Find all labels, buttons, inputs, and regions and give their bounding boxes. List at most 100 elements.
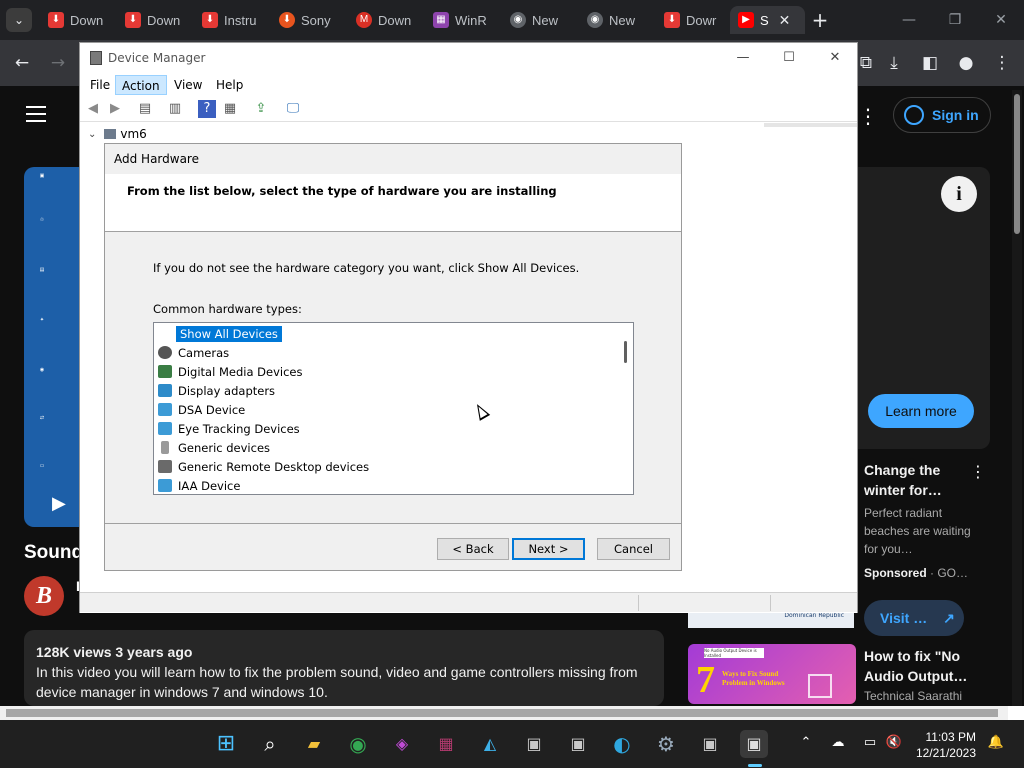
menu-file[interactable]: File — [84, 75, 116, 95]
list-item[interactable]: Generic Remote Desktop devices — [158, 457, 369, 476]
close-window-icon[interactable]: ✕ — [986, 8, 1016, 32]
list-item[interactable]: IAA Device — [158, 476, 240, 494]
device-app-icon[interactable]: ▣ — [696, 730, 724, 758]
channel-avatar[interactable]: B — [24, 576, 64, 616]
horizontal-scrollbar[interactable] — [0, 706, 1024, 720]
minimize-icon[interactable]: — — [894, 8, 924, 32]
scrollbar-thumb[interactable] — [6, 709, 998, 717]
volume-muted-icon[interactable]: 🔇 — [884, 735, 904, 750]
dialog-heading: From the list below, select the type of … — [127, 184, 557, 198]
list-item[interactable]: Show All Devices — [158, 324, 283, 343]
list-scrollbar[interactable] — [617, 323, 633, 494]
back-button[interactable]: < Back — [437, 538, 509, 560]
hardware-type-list[interactable]: Show All Devices Cameras Digital Media D… — [153, 322, 634, 495]
ad-more-icon[interactable]: ⋮ — [970, 462, 986, 481]
minimize-icon[interactable]: — — [720, 47, 766, 69]
downloads-icon[interactable]: ⤓ — [882, 51, 906, 75]
list-item[interactable]: Eye Tracking Devices — [158, 419, 300, 438]
scan-hardware-icon[interactable]: 🖵 — [284, 100, 302, 118]
clock-date: 12/21/2023 — [915, 746, 976, 760]
chrome-menu-icon[interactable]: ⋮ — [990, 51, 1014, 75]
display-icon[interactable]: ▭ — [860, 735, 880, 750]
menu-help[interactable]: Help — [210, 75, 249, 95]
video-description[interactable]: 128K views 3 years ago In this video you… — [24, 630, 664, 706]
windows-start-icon[interactable]: ⊞ — [212, 730, 240, 758]
update-driver-icon[interactable]: ⇪ — [252, 100, 270, 118]
menu-action[interactable]: Action — [115, 75, 167, 95]
side-panel-icon[interactable]: ◧ — [918, 51, 942, 75]
file-explorer-icon[interactable]: ▰ — [300, 730, 328, 758]
list-scrollbar-thumb[interactable] — [624, 341, 627, 363]
visit-button[interactable]: Visit … ↗ — [864, 600, 964, 636]
scan-list-icon[interactable]: ▦ — [221, 100, 239, 118]
maximize-icon[interactable]: ☐ — [766, 47, 812, 69]
forward-icon[interactable]: ▶ — [106, 100, 124, 118]
forward-arrow-icon[interactable]: → — [46, 51, 70, 75]
device-app-icon[interactable]: ▣ — [564, 730, 592, 758]
chevron-up-icon[interactable]: ⌃ — [796, 735, 816, 750]
next-button[interactable]: Next > — [512, 538, 585, 560]
ad-title[interactable]: Change the winter for… — [864, 460, 974, 500]
profile-icon[interactable]: ● — [954, 51, 978, 75]
cancel-button[interactable]: Cancel — [597, 538, 670, 560]
menu-view[interactable]: View — [168, 75, 208, 95]
close-tab-icon[interactable]: ✕ — [779, 12, 791, 29]
restore-icon[interactable]: ❐ — [940, 8, 970, 32]
browser-tab[interactable]: ⬇ Down — [117, 6, 192, 34]
list-item[interactable]: Generic devices — [158, 438, 270, 457]
new-tab-button[interactable]: + — [810, 8, 830, 32]
status-bar — [80, 592, 857, 612]
page-scrollbar[interactable] — [1012, 90, 1022, 706]
game-app-icon[interactable]: ◈ — [388, 730, 416, 758]
close-icon[interactable]: ✕ — [812, 47, 858, 69]
device-manager-icon[interactable]: ▣ — [740, 730, 768, 758]
tab-search-dropdown-icon[interactable]: ⌄ — [6, 8, 32, 32]
browser-tab[interactable]: ⬇ Dowr — [656, 6, 731, 34]
back-icon[interactable]: ◀ — [84, 100, 102, 118]
learn-more-button[interactable]: Learn more — [868, 394, 974, 428]
show-hide-console-tree-icon[interactable]: ▤ — [136, 100, 154, 118]
browser-tab[interactable]: ⬇ Down — [40, 6, 115, 34]
next-video-title[interactable]: How to fix "No Audio Output… — [864, 646, 984, 686]
edge-icon[interactable]: ◐ — [608, 730, 636, 758]
dialog-title[interactable]: Add Hardware — [105, 144, 681, 174]
browser-tab[interactable]: M Down — [348, 6, 423, 34]
tree-root-node[interactable]: ⌄ vm6 — [88, 127, 147, 141]
back-arrow-icon[interactable]: ← — [10, 51, 34, 75]
ad-thumbnail[interactable]: Dominican Republic — [688, 612, 854, 628]
onedrive-icon[interactable]: ☁ — [828, 735, 848, 750]
list-item[interactable]: DSA Device — [158, 400, 245, 419]
play-icon[interactable]: ▶ — [52, 493, 66, 514]
clock[interactable]: 11:03 PM 12/21/2023 — [906, 729, 976, 761]
list-item[interactable]: Cameras — [158, 343, 229, 362]
capcut-icon[interactable]: ◭ — [476, 730, 504, 758]
search-icon[interactable]: ⌕ — [256, 730, 284, 758]
dialog-header: From the list below, select the type of … — [105, 174, 681, 232]
video-player[interactable]: ▣ ♲ ▤ ✦ ◉ ⇄ ▭ ▶ — [24, 167, 80, 527]
browser-tab-active[interactable]: ▶ S ✕ — [730, 6, 805, 34]
help-icon[interactable]: ? — [198, 100, 216, 118]
chrome-icon[interactable]: ◉ — [344, 730, 372, 758]
sign-in-button[interactable]: Sign in — [893, 97, 991, 133]
more-options-icon[interactable]: ⋮ — [858, 104, 878, 128]
info-icon[interactable]: i — [941, 176, 977, 212]
expand-chevron-icon[interactable]: ⌄ — [88, 129, 96, 140]
winrar-icon[interactable]: ▦ — [432, 730, 460, 758]
hamburger-menu-icon[interactable] — [26, 106, 46, 122]
list-item[interactable]: Digital Media Devices — [158, 362, 302, 381]
device-manager-title-bar[interactable]: Device Manager — ☐ ✕ — [80, 43, 857, 73]
scrollbar-thumb[interactable] — [1014, 94, 1020, 234]
browser-tab[interactable]: ⬇ Instru — [194, 6, 269, 34]
list-item-label: Generic devices — [178, 440, 271, 455]
properties-icon[interactable]: ▥ — [166, 100, 184, 118]
download-icon: ⬇ — [664, 12, 680, 28]
next-video-thumbnail[interactable]: No Audio Output Device is Installed 7 Wa… — [688, 644, 856, 704]
notification-bell-icon[interactable]: 🔔 — [986, 735, 1006, 750]
browser-tab[interactable]: ▦ WinR — [425, 6, 500, 34]
device-app-icon[interactable]: ▣ — [520, 730, 548, 758]
settings-icon[interactable]: ⚙ — [652, 730, 680, 758]
browser-tab[interactable]: ⬇ Sony — [271, 6, 346, 34]
browser-tab[interactable]: ◉ New — [579, 6, 654, 34]
list-item[interactable]: Display adapters — [158, 381, 275, 400]
browser-tab[interactable]: ◉ New — [502, 6, 577, 34]
